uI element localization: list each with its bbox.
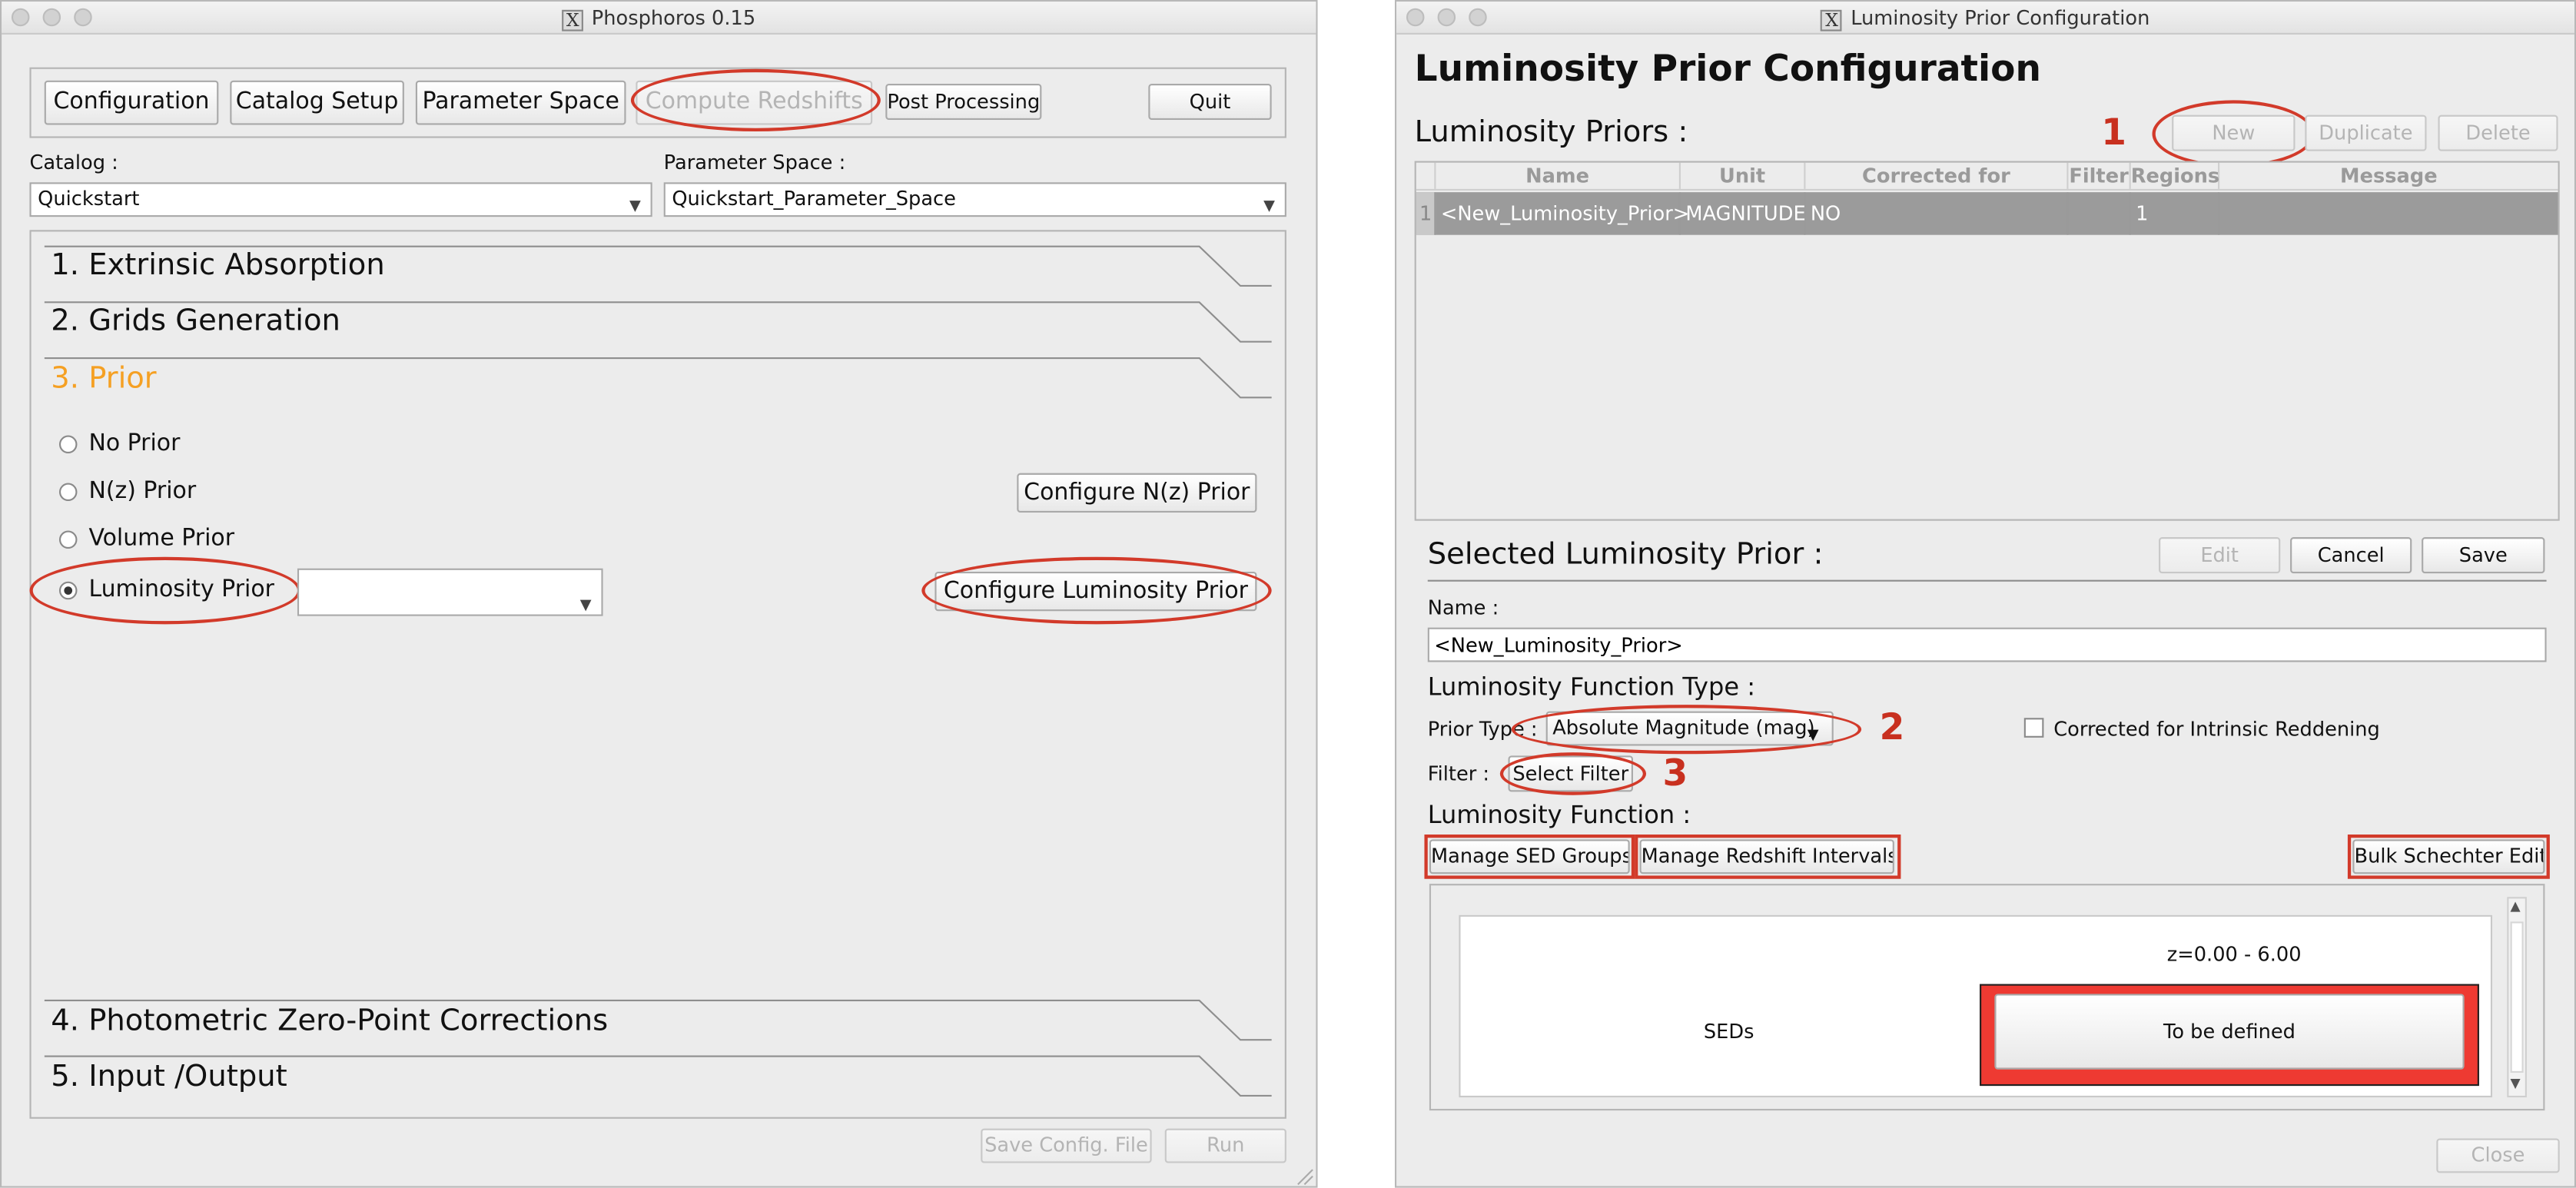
dialog-heading: Luminosity Prior Configuration [1414, 49, 2041, 91]
cell-name: <New_Luminosity_Prior> [1436, 192, 1689, 235]
scroll-down-icon[interactable]: ▼ [2511, 1076, 2521, 1090]
name-label: Name : [1427, 596, 1499, 619]
redshift-interval-header: z=0.00 - 6.00 [2166, 943, 2302, 967]
save-config-file-button[interactable]: Save Config. File [981, 1128, 1152, 1163]
column-header-name: Name [1436, 162, 1681, 189]
filter-label: Filter : [1427, 762, 1490, 785]
volume-prior-radio[interactable] [58, 530, 78, 549]
annotation-oval [630, 68, 881, 132]
annotation-box [2347, 835, 2550, 879]
cancel-button[interactable]: Cancel [2290, 537, 2412, 574]
no-prior-label: No Prior [88, 430, 181, 457]
annotation-oval [1499, 752, 1647, 795]
to-be-defined-button[interactable]: To be defined [1994, 994, 2465, 1070]
annotation-oval [1511, 705, 1862, 755]
title-bar: X Luminosity Prior Configuration [1396, 2, 2574, 35]
section-divider [44, 301, 1272, 343]
section-divider [44, 245, 1272, 287]
window-title: X Phosphoros 0.15 [2, 7, 1316, 32]
phosphoros-window: X Phosphoros 0.15 Configuration Catalog S… [0, 0, 1318, 1188]
cell-message [2219, 192, 2558, 235]
column-header-unit: Unit [1681, 162, 1806, 189]
chevron-down-icon: ▼ [629, 198, 641, 216]
table-header: Name Unit Corrected for Reddening Filter… [1416, 162, 2558, 214]
section-divider [44, 1055, 1272, 1097]
annotation-number-2: 2 [1879, 708, 1905, 749]
scroll-up-icon[interactable]: ▲ [2511, 898, 2521, 913]
annotation-number-1: 1 [2101, 113, 2126, 154]
selected-luminosity-prior-label: Selected Luminosity Prior : [1427, 537, 1824, 572]
window-title: X Luminosity Prior Configuration [1396, 7, 2574, 32]
annotation-oval [2152, 100, 2315, 168]
prior-name-input[interactable] [1427, 627, 2547, 662]
close-button[interactable]: Close [2436, 1138, 2560, 1173]
cell-unit: MAGNITUDE [1681, 192, 1806, 235]
nz-prior-radio[interactable] [58, 483, 78, 502]
annotation-oval [921, 556, 1272, 625]
parameter-space-tab-button[interactable]: Parameter Space [415, 80, 626, 125]
annotation-oval [29, 556, 301, 625]
chevron-down-icon: ▼ [579, 598, 592, 615]
sed-row-label: SEDs [1703, 1020, 1754, 1044]
luminosity-prior-select[interactable]: ▼ [297, 568, 603, 616]
corrected-checkbox-label: Corrected for Intrinsic Reddening [2053, 718, 2380, 742]
catalog-select[interactable]: Quickstart ▼ [29, 182, 652, 217]
annotation-number-3: 3 [1662, 754, 1688, 795]
catalog-label: Catalog : [29, 151, 118, 174]
luminosity-priors-label: Luminosity Priors : [1414, 114, 1688, 150]
annotation-box [1424, 835, 1635, 879]
section-divider [44, 357, 1272, 399]
luminosity-prior-configuration-window: X Luminosity Prior Configuration Luminosi… [1394, 0, 2576, 1188]
configure-nz-prior-button[interactable]: Configure N(z) Prior [1017, 473, 1257, 513]
nz-prior-label: N(z) Prior [88, 478, 197, 505]
quit-button[interactable]: Quit [1148, 84, 1272, 121]
row-index: 1 [1416, 192, 1436, 235]
delete-prior-button[interactable]: Delete [2438, 114, 2558, 151]
duplicate-prior-button[interactable]: Duplicate [2305, 114, 2427, 151]
x11-icon: X [1821, 9, 1843, 32]
volume-prior-label: Volume Prior [88, 526, 235, 553]
run-button[interactable]: Run [1164, 1128, 1286, 1163]
edit-button[interactable]: Edit [2159, 537, 2281, 574]
vertical-scrollbar[interactable]: ▲ ▼ [2507, 897, 2527, 1098]
title-bar: X Phosphoros 0.15 [2, 2, 1316, 35]
configuration-tab-button[interactable]: Configuration [44, 80, 219, 125]
function-type-label: Luminosity Function Type : [1427, 672, 1756, 702]
resize-grip-icon[interactable] [1295, 1166, 1315, 1186]
luminosity-function-grid: z=0.00 - 6.00 SEDs To be defined [1459, 914, 2493, 1098]
chevron-down-icon: ▼ [1263, 198, 1275, 216]
table-row[interactable]: 1 <New_Luminosity_Prior> MAGNITUDE NO 1 [1416, 192, 2558, 235]
no-prior-radio[interactable] [58, 435, 78, 454]
parameter-space-label: Parameter Space : [663, 151, 846, 174]
column-header-corrected: Corrected for Reddening [1805, 162, 2069, 214]
column-header-regions: Regions [2131, 162, 2219, 189]
divider [1427, 579, 2547, 582]
annotation-box [1635, 835, 1901, 879]
parameter-space-select[interactable]: Quickstart_Parameter_Space ▼ [663, 182, 1286, 217]
column-header-filter: Filter [2068, 162, 2131, 189]
scroll-thumb[interactable] [2510, 921, 2524, 1073]
post-processing-tab-button[interactable]: Post Processing [885, 84, 1042, 121]
catalog-value: Quickstart [38, 187, 140, 211]
priors-table: Name Unit Corrected for Reddening Filter… [1414, 161, 2560, 521]
corrected-checkbox[interactable] [2023, 718, 2044, 738]
column-header-index [1416, 162, 1436, 189]
save-button[interactable]: Save [2422, 537, 2545, 574]
luminosity-function-label: Luminosity Function : [1427, 800, 1691, 830]
parameter-space-value: Quickstart_Parameter_Space [672, 187, 956, 211]
catalog-setup-tab-button[interactable]: Catalog Setup [230, 80, 404, 125]
cell-regions: 1 [2131, 192, 2220, 235]
column-header-message: Message [2340, 164, 2438, 187]
cell-corrected: NO [1805, 192, 2069, 235]
cell-filter [2068, 192, 2131, 235]
x11-icon: X [562, 9, 584, 32]
section-divider [44, 999, 1272, 1041]
